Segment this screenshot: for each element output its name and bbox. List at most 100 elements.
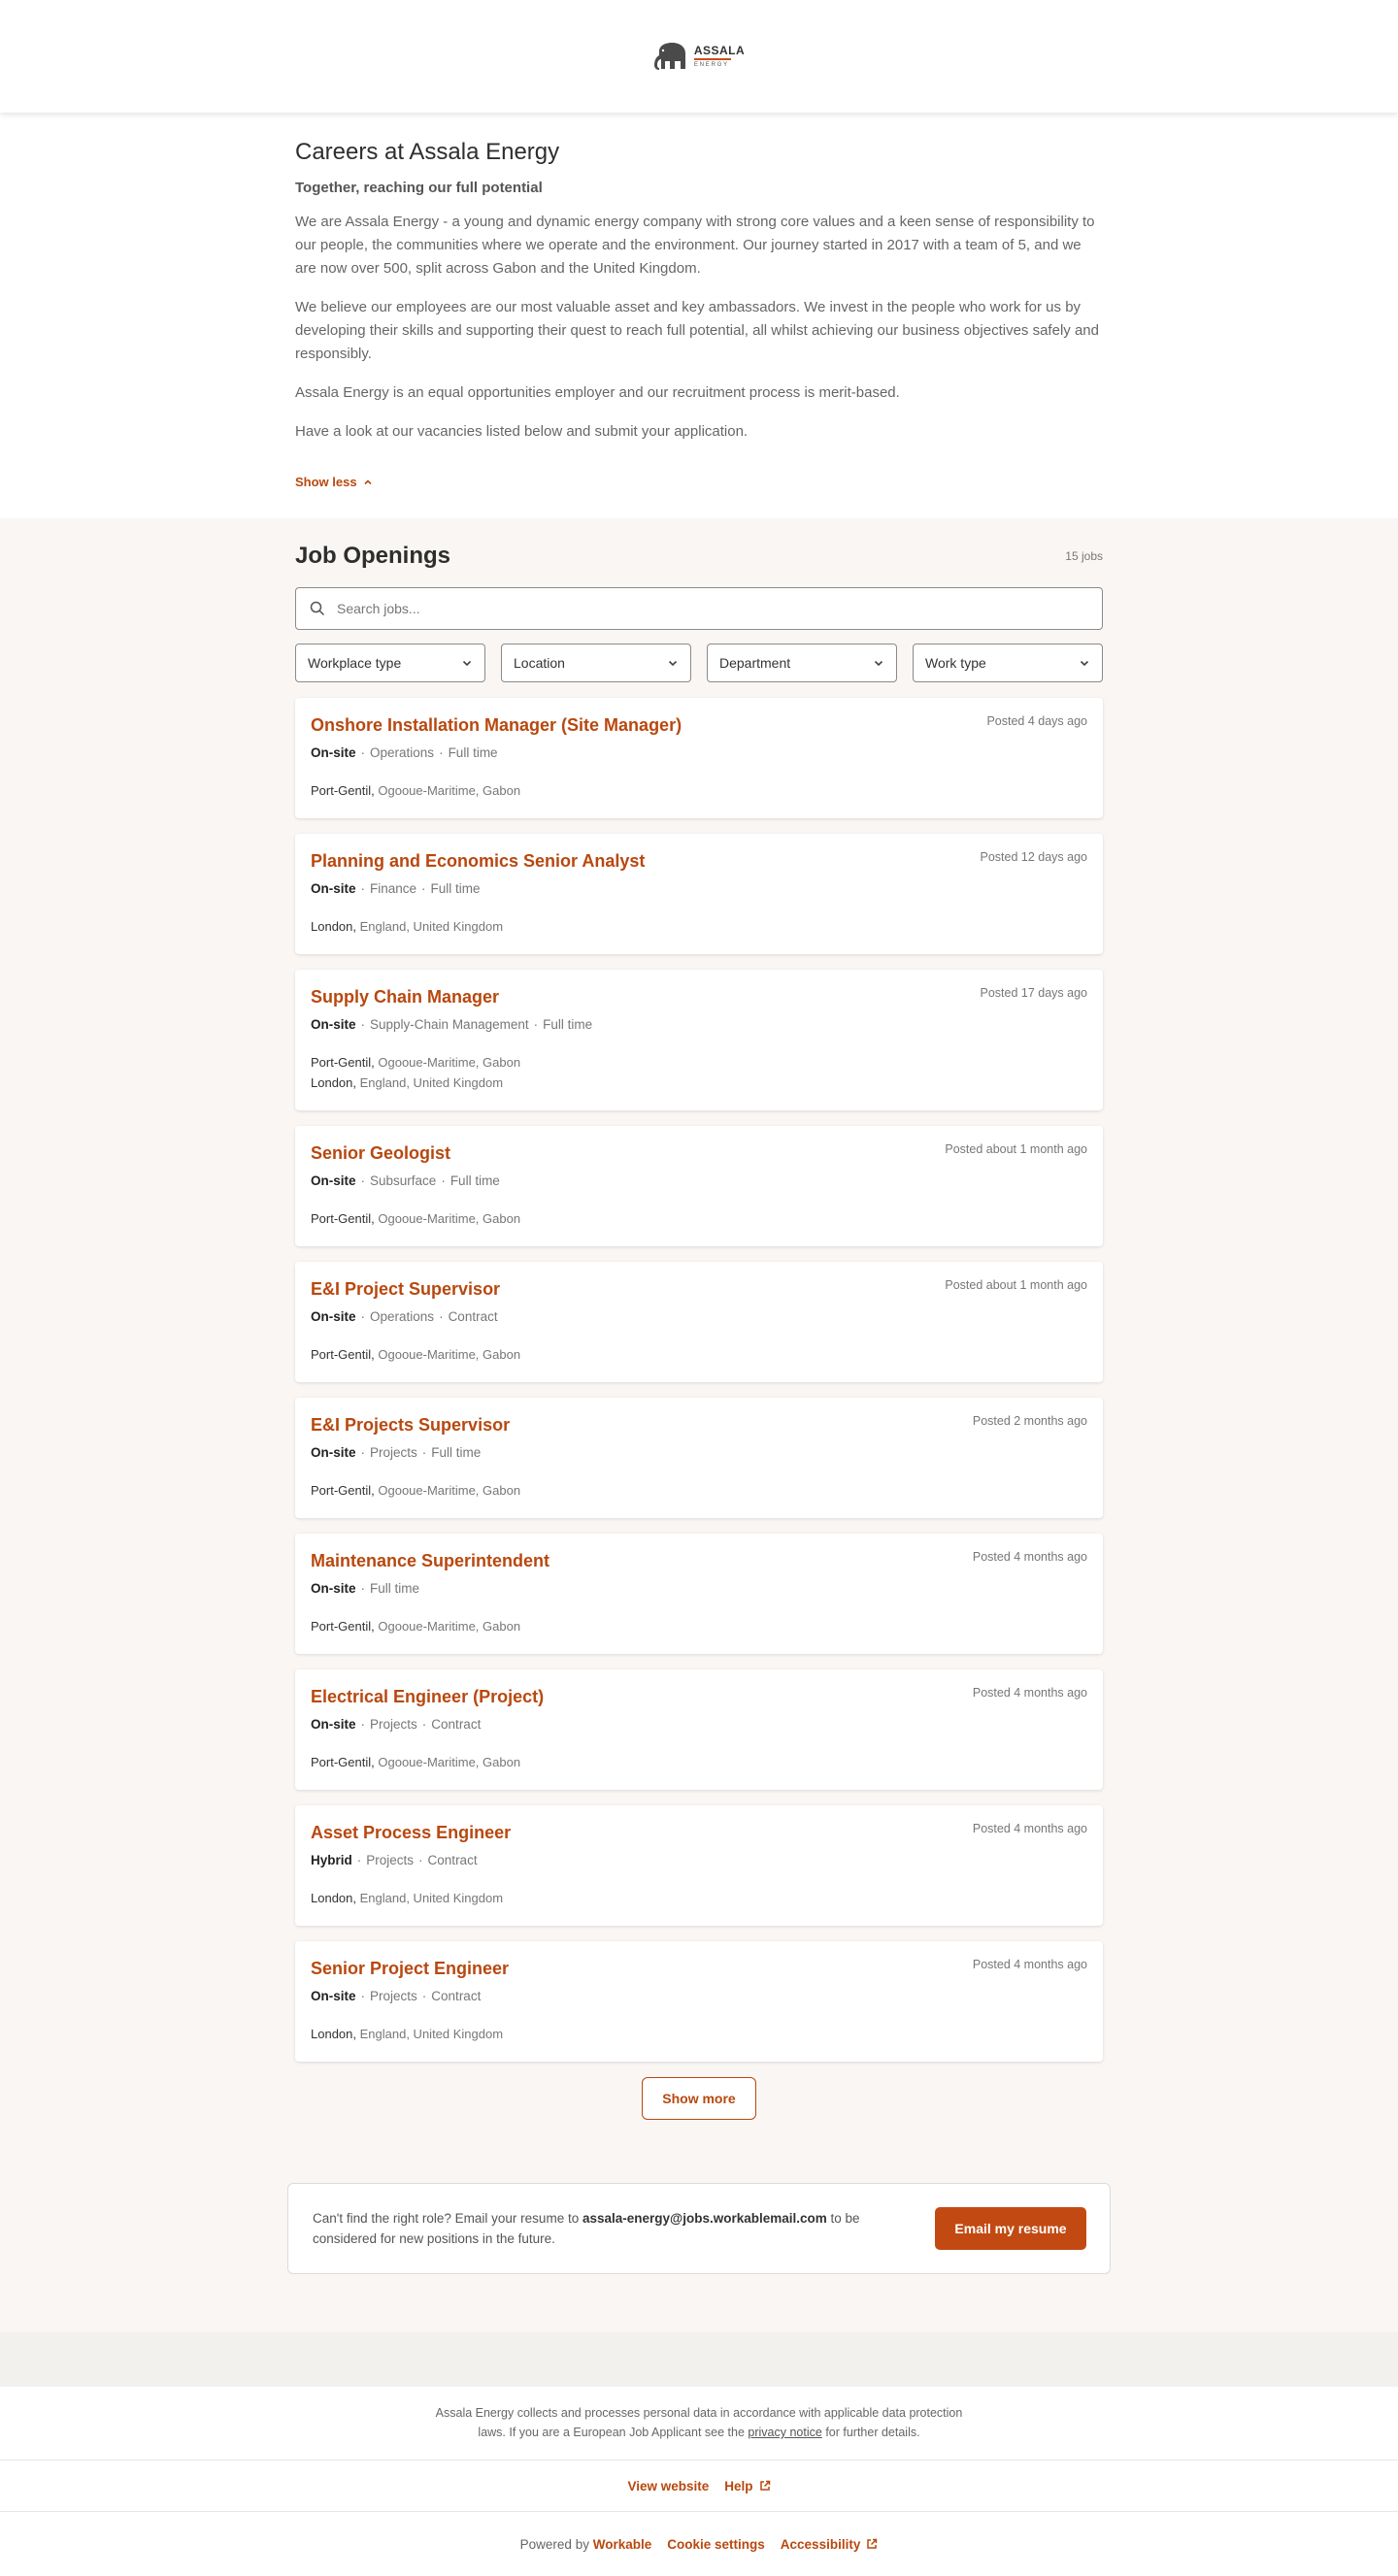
meta-separator: · xyxy=(421,1989,427,2003)
resume-email: assala-energy@jobs.workablemail.com xyxy=(582,2211,827,2226)
job-locations: London, England, United Kingdom xyxy=(311,1888,1087,1908)
job-openings-section: Job Openings 15 jobs Workplace type Loca… xyxy=(0,518,1398,2332)
meta-separator: · xyxy=(360,1309,366,1324)
job-detail: Contract xyxy=(427,1853,478,1867)
job-location-city: Port-Gentil, xyxy=(311,1619,375,1634)
tagline: Together, reaching our full potential xyxy=(295,180,543,196)
show-more-button[interactable]: Show more xyxy=(642,2077,756,2120)
job-locations: Port-Gentil, Ogooue-Maritime, Gabon xyxy=(311,1208,1087,1229)
job-location-region: England, United Kingdom xyxy=(359,1075,504,1090)
show-less-label: Show less xyxy=(295,475,357,489)
meta-separator: · xyxy=(421,881,426,896)
privacy-notice-link[interactable]: privacy notice xyxy=(748,2426,821,2439)
job-location-city: London, xyxy=(311,2027,356,2041)
meta-separator: · xyxy=(439,1309,444,1324)
filter-work-type[interactable]: Work type xyxy=(913,644,1103,682)
job-title[interactable]: Planning and Economics Senior Analyst xyxy=(311,850,1087,872)
company-logo[interactable]: ASSALA ENERGY xyxy=(653,42,745,71)
job-location-city: Port-Gentil, xyxy=(311,1347,375,1362)
job-card[interactable]: Senior Project Engineer Posted 4 months a… xyxy=(295,1941,1103,2062)
job-locations: London, England, United Kingdom xyxy=(311,2024,1087,2044)
job-detail: Projects xyxy=(366,1853,415,1867)
external-link-icon xyxy=(759,2480,770,2491)
job-workplace-type: On-site xyxy=(311,1989,356,2003)
job-meta: On-site · Full time xyxy=(311,1580,1087,1598)
job-location-region: Ogooue-Maritime, Gabon xyxy=(378,1483,521,1498)
job-card[interactable]: Onshore Installation Manager (Site Manag… xyxy=(295,698,1103,818)
job-title[interactable]: Maintenance Superintendent xyxy=(311,1550,1087,1571)
filter-label: Work type xyxy=(925,655,986,671)
footer-links: View website Help xyxy=(0,2460,1398,2512)
job-posted-date: Posted 4 months ago xyxy=(972,1958,1087,1971)
job-posted-date: Posted 2 months ago xyxy=(972,1414,1087,1428)
email-resume-button[interactable]: Email my resume xyxy=(935,2207,1086,2250)
chevron-down-icon xyxy=(1080,660,1089,667)
job-location-city: Port-Gentil, xyxy=(311,1755,375,1769)
job-meta: On-site · Subsurface · Full time xyxy=(311,1172,1087,1190)
job-detail: Projects xyxy=(370,1989,417,2003)
job-card[interactable]: E&I Projects Supervisor Posted 2 months a… xyxy=(295,1398,1103,1518)
filter-workplace-type[interactable]: Workplace type xyxy=(295,644,485,682)
job-posted-date: Posted about 1 month ago xyxy=(945,1142,1087,1156)
job-title[interactable]: Senior Project Engineer xyxy=(311,1958,1087,1979)
meta-separator: · xyxy=(360,1445,366,1460)
job-detail: Projects xyxy=(370,1717,417,1732)
job-location-city: Port-Gentil, xyxy=(311,1483,375,1498)
job-posted-date: Posted 12 days ago xyxy=(980,850,1088,864)
job-location-city: Port-Gentil, xyxy=(311,783,375,798)
job-posted-date: Posted 4 months ago xyxy=(972,1822,1087,1835)
filter-department[interactable]: Department xyxy=(707,644,897,682)
accessibility-link[interactable]: Accessibility xyxy=(781,2537,879,2552)
view-website-link[interactable]: View website xyxy=(627,2479,709,2493)
search-box[interactable] xyxy=(295,587,1103,630)
job-location-region: Ogooue-Maritime, Gabon xyxy=(378,1755,521,1769)
job-card[interactable]: Planning and Economics Senior Analyst Pos… xyxy=(295,834,1103,954)
filter-location[interactable]: Location xyxy=(501,644,691,682)
job-workplace-type: On-site xyxy=(311,1017,356,1032)
job-detail: Finance xyxy=(370,881,417,896)
chevron-down-icon xyxy=(462,660,472,667)
about-paragraph: Assala Energy is an equal opportunities … xyxy=(295,384,900,401)
show-less-button[interactable]: Show less xyxy=(295,475,373,489)
job-card[interactable]: Electrical Engineer (Project) Posted 4 mo… xyxy=(295,1669,1103,1790)
workable-link[interactable]: Workable xyxy=(593,2537,652,2552)
job-location: Port-Gentil, Ogooue-Maritime, Gabon xyxy=(311,1480,1087,1501)
job-card[interactable]: E&I Project Supervisor Posted about 1 mon… xyxy=(295,1262,1103,1382)
meta-separator: · xyxy=(360,1017,366,1032)
job-title[interactable]: Supply Chain Manager xyxy=(311,986,1087,1007)
job-posted-date: Posted 4 days ago xyxy=(986,714,1087,728)
job-detail: Projects xyxy=(370,1445,417,1460)
meta-separator: · xyxy=(441,1173,446,1188)
job-location: Port-Gentil, Ogooue-Maritime, Gabon xyxy=(311,1208,1087,1229)
job-card[interactable]: Senior Geologist Posted about 1 month ago… xyxy=(295,1126,1103,1246)
job-title[interactable]: Electrical Engineer (Project) xyxy=(311,1686,1087,1707)
job-workplace-type: Hybrid xyxy=(311,1853,352,1867)
job-card[interactable]: Supply Chain Manager Posted 17 days ago On… xyxy=(295,970,1103,1110)
job-location: Port-Gentil, Ogooue-Maritime, Gabon xyxy=(311,780,1087,801)
logo-name: ASSALA xyxy=(693,44,746,57)
job-workplace-type: On-site xyxy=(311,745,356,760)
job-meta: On-site · Projects · Contract xyxy=(311,1988,1087,2005)
meta-separator: · xyxy=(360,1173,366,1188)
job-card[interactable]: Asset Process Engineer Posted 4 months ag… xyxy=(295,1805,1103,1926)
meta-separator: · xyxy=(360,1717,366,1732)
job-locations: Port-Gentil, Ogooue-Maritime, Gabon xyxy=(311,1752,1087,1772)
job-workplace-type: On-site xyxy=(311,1717,356,1732)
job-location-region: England, United Kingdom xyxy=(359,919,504,934)
job-card[interactable]: Maintenance Superintendent Posted 4 month… xyxy=(295,1534,1103,1654)
help-link[interactable]: Help xyxy=(724,2479,770,2493)
job-location: Port-Gentil, Ogooue-Maritime, Gabon xyxy=(311,1752,1087,1772)
powered-bar: Powered by Workable Cookie settings Acce… xyxy=(0,2512,1398,2576)
cookie-settings-link[interactable]: Cookie settings xyxy=(667,2537,765,2552)
job-title[interactable]: Onshore Installation Manager (Site Manag… xyxy=(311,714,1087,736)
job-location-region: Ogooue-Maritime, Gabon xyxy=(378,1619,521,1634)
job-workplace-type: On-site xyxy=(311,1309,356,1324)
job-meta: On-site · Projects · Contract xyxy=(311,1716,1087,1734)
site-header: ASSALA ENERGY xyxy=(0,0,1398,113)
job-locations: Port-Gentil, Ogooue-Maritime, Gabon xyxy=(311,1480,1087,1501)
job-workplace-type: On-site xyxy=(311,881,356,896)
job-title[interactable]: E&I Projects Supervisor xyxy=(311,1414,1087,1436)
job-detail: Full time xyxy=(543,1017,593,1032)
search-input[interactable] xyxy=(337,601,1088,616)
job-title[interactable]: Asset Process Engineer xyxy=(311,1822,1087,1843)
